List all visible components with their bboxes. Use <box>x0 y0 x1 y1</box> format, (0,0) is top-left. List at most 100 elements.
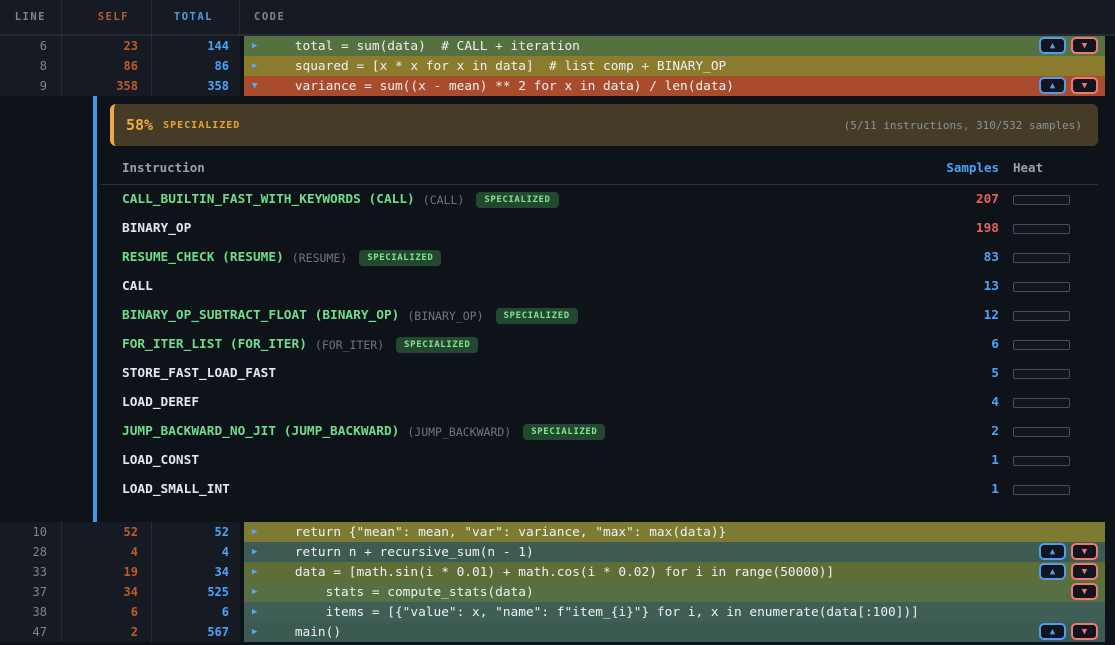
instruction-samples: 198 <box>929 221 999 236</box>
expander-icon[interactable]: ▶ <box>252 627 264 637</box>
code-text: total = sum(data) # CALL + iteration <box>264 39 580 54</box>
instruction-sample-counts: (5/11 instructions, 310/532 samples) <box>844 119 1082 132</box>
expander-icon[interactable]: ▶ <box>252 41 264 51</box>
right-gutter <box>1105 522 1115 542</box>
code-cell[interactable]: ▶ squared = [x * x for x in data] # list… <box>244 56 1105 76</box>
code-text: variance = sum((x - mean) ** 2 for x in … <box>264 79 734 94</box>
jump-up-button[interactable]: ▲ <box>1039 77 1066 94</box>
down-arrow-icon: ▼ <box>1082 567 1087 577</box>
code-cell[interactable]: ▶ return n + recursive_sum(n - 1) ▲ ▼ <box>244 542 1105 562</box>
code-text: return {"mean": mean, "var": variance, "… <box>264 525 726 540</box>
code-text: items = [{"value": x, "name": f"item_{i}… <box>264 605 919 620</box>
heat-bar <box>1013 224 1070 234</box>
row-nav-buttons: ▲ ▼ <box>1071 583 1098 600</box>
code-cell[interactable]: ▶ total = sum(data) # CALL + iteration ▲… <box>244 36 1105 56</box>
code-line-row: 47 2 567 ▶ main() ▲ ▼ <box>0 622 1115 642</box>
jump-down-button[interactable]: ▼ <box>1071 543 1098 560</box>
expanded-detail-panel: 58% SPECIALIZED (5/11 instructions, 310/… <box>93 96 1115 522</box>
down-arrow-icon: ▼ <box>1082 81 1087 91</box>
heat-bar <box>1013 253 1070 263</box>
instruction-name-group: BINARY_OP_SUBTRACT_FLOAT (BINARY_OP) (BI… <box>122 308 929 324</box>
instruction-row: LOAD_CONST 1 <box>97 446 1115 475</box>
expander-icon[interactable]: ▶ <box>252 527 264 537</box>
code-cell[interactable]: ▼ variance = sum((x - mean) ** 2 for x i… <box>244 76 1105 96</box>
jump-up-button[interactable]: ▲ <box>1039 543 1066 560</box>
expander-icon[interactable]: ▶ <box>252 567 264 577</box>
row-nav-buttons: ▲ ▼ <box>1039 543 1098 560</box>
right-gutter <box>1105 602 1115 622</box>
instruction-samples: 2 <box>929 424 999 439</box>
code-line-row: 6 23 144 ▶ total = sum(data) # CALL + it… <box>0 36 1115 56</box>
jump-down-button[interactable]: ▼ <box>1071 583 1098 600</box>
up-arrow-icon: ▲ <box>1050 547 1055 557</box>
up-arrow-icon: ▲ <box>1050 567 1055 577</box>
instruction-name-group: BINARY_OP <box>122 221 929 236</box>
self-samples-value: 86 <box>62 56 152 76</box>
instruction-samples: 12 <box>929 308 999 323</box>
code-line-row: 8 86 86 ▶ squared = [x * x for x in data… <box>0 56 1115 76</box>
code-cell[interactable]: ▶ main() ▲ ▼ <box>244 622 1105 642</box>
heat-bar <box>1013 340 1070 350</box>
instruction-name-group: LOAD_SMALL_INT <box>122 482 929 497</box>
right-gutter <box>1105 76 1115 96</box>
jump-down-button[interactable]: ▼ <box>1071 77 1098 94</box>
expander-icon[interactable]: ▶ <box>252 547 264 557</box>
specialized-badge: SPECIALIZED <box>523 424 605 440</box>
jump-up-button[interactable]: ▲ <box>1039 623 1066 640</box>
instruction-row: RESUME_CHECK (RESUME) (RESUME) SPECIALIZ… <box>97 243 1115 272</box>
instruction-column-header: Instruction <box>122 160 929 175</box>
jump-down-button[interactable]: ▼ <box>1071 563 1098 580</box>
code-cell[interactable]: ▶ return {"mean": mean, "var": variance,… <box>244 522 1105 542</box>
total-samples-value: 34 <box>152 562 240 582</box>
code-line-row: 33 19 34 ▶ data = [math.sin(i * 0.01) + … <box>0 562 1115 582</box>
instruction-name: LOAD_CONST <box>122 453 199 468</box>
expander-icon[interactable]: ▶ <box>252 607 264 617</box>
up-arrow-icon: ▲ <box>1050 627 1055 637</box>
right-gutter <box>1105 562 1115 582</box>
instruction-samples: 1 <box>929 482 999 497</box>
right-gutter <box>1105 622 1115 642</box>
specialized-badge: SPECIALIZED <box>496 308 578 324</box>
jump-up-button[interactable]: ▲ <box>1039 563 1066 580</box>
line-number: 28 <box>0 542 62 562</box>
instruction-base-name: (BINARY_OP) <box>407 309 483 323</box>
expander-icon[interactable]: ▶ <box>252 587 264 597</box>
instruction-name: BINARY_OP <box>122 221 191 236</box>
code-line-row: 38 6 6 ▶ items = [{"value": x, "name": f… <box>0 602 1115 622</box>
header-total-column: TOTAL <box>152 0 240 34</box>
instruction-row: CALL_BUILTIN_FAST_WITH_KEYWORDS (CALL) (… <box>97 185 1115 214</box>
heat-bar <box>1013 369 1070 379</box>
line-number: 37 <box>0 582 62 602</box>
instruction-row: LOAD_DEREF 4 <box>97 388 1115 417</box>
expander-icon[interactable]: ▼ <box>252 81 264 91</box>
code-text: data = [math.sin(i * 0.01) + math.cos(i … <box>264 565 834 580</box>
total-samples-value: 144 <box>152 36 240 56</box>
jump-up-button[interactable]: ▲ <box>1039 37 1066 54</box>
right-gutter <box>1105 56 1115 76</box>
heat-bar <box>1013 195 1070 205</box>
specialization-banner: 58% SPECIALIZED (5/11 instructions, 310/… <box>110 104 1098 146</box>
instruction-samples: 207 <box>929 192 999 207</box>
code-cell[interactable]: ▶ stats = compute_stats(data) ▲ ▼ <box>244 582 1105 602</box>
right-gutter <box>1105 36 1115 56</box>
heat-bar <box>1013 427 1070 437</box>
jump-down-button[interactable]: ▼ <box>1071 37 1098 54</box>
header-self-column: SELF <box>62 0 152 34</box>
heat-bar <box>1013 282 1070 292</box>
specialized-label: SPECIALIZED <box>163 120 240 131</box>
code-cell[interactable]: ▶ data = [math.sin(i * 0.01) + math.cos(… <box>244 562 1105 582</box>
instruction-samples: 5 <box>929 366 999 381</box>
jump-down-button[interactable]: ▼ <box>1071 623 1098 640</box>
instruction-row: BINARY_OP 198 <box>97 214 1115 243</box>
instruction-row: BINARY_OP_SUBTRACT_FLOAT (BINARY_OP) (BI… <box>97 301 1115 330</box>
samples-column-header: Samples <box>929 160 999 175</box>
heat-bar <box>1013 485 1070 495</box>
self-samples-value: 19 <box>62 562 152 582</box>
table-header: LINE SELF TOTAL CODE <box>0 0 1115 36</box>
instruction-name-group: CALL <box>122 279 929 294</box>
instruction-name: RESUME_CHECK (RESUME) <box>122 250 284 265</box>
code-cell[interactable]: ▶ items = [{"value": x, "name": f"item_{… <box>244 602 1105 622</box>
header-line-column: LINE <box>0 0 62 34</box>
expander-icon[interactable]: ▶ <box>252 61 264 71</box>
self-samples-value: 52 <box>62 522 152 542</box>
